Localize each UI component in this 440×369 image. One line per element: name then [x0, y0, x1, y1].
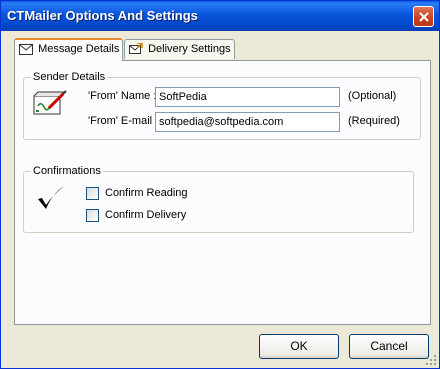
- from-name-field[interactable]: SoftPedia: [155, 87, 340, 107]
- tab-message-details-label: Message Details: [38, 43, 120, 56]
- ok-button[interactable]: OK: [259, 334, 339, 359]
- close-button[interactable]: [413, 6, 434, 27]
- tab-delivery-settings-label: Delivery Settings: [148, 43, 231, 56]
- sender-details-title: Sender Details: [31, 71, 108, 83]
- confirm-delivery-checkbox[interactable]: [86, 209, 99, 222]
- tab-message-details[interactable]: Message Details: [14, 38, 123, 61]
- from-email-field[interactable]: softpedia@softpedia.com: [155, 112, 340, 132]
- confirm-delivery-label[interactable]: Confirm Delivery: [105, 209, 186, 221]
- tab-delivery-settings[interactable]: Delivery Settings: [124, 39, 235, 59]
- from-email-label: 'From' E-mail :: [88, 115, 159, 127]
- resize-grip-icon[interactable]: [425, 354, 437, 366]
- confirmations-title: Confirmations: [31, 165, 103, 177]
- from-name-label: 'From' Name :: [88, 90, 157, 102]
- title-bar[interactable]: CTMailer Options And Settings: [1, 1, 439, 31]
- cancel-button[interactable]: Cancel: [349, 334, 429, 359]
- envelope-icon: [19, 43, 33, 55]
- from-email-note: (Required): [348, 115, 400, 127]
- from-name-note: (Optional): [348, 90, 397, 102]
- options-window: CTMailer Options And Settings Message De…: [0, 0, 440, 369]
- window-title: CTMailer Options And Settings: [7, 8, 198, 23]
- confirm-reading-label[interactable]: Confirm Reading: [105, 187, 188, 199]
- message-details-panel: Sender Details 'From' Name : SoftPedia (…: [14, 60, 431, 325]
- delivery-icon: [129, 43, 143, 55]
- confirmations-group: Confirmations Confirm Reading Confirm De…: [23, 165, 414, 233]
- confirm-reading-checkbox[interactable]: [86, 187, 99, 200]
- signature-icon: [33, 90, 67, 115]
- close-icon: [419, 12, 429, 22]
- checkmark-icon: [38, 186, 64, 209]
- sender-details-group: Sender Details 'From' Name : SoftPedia (…: [23, 71, 421, 140]
